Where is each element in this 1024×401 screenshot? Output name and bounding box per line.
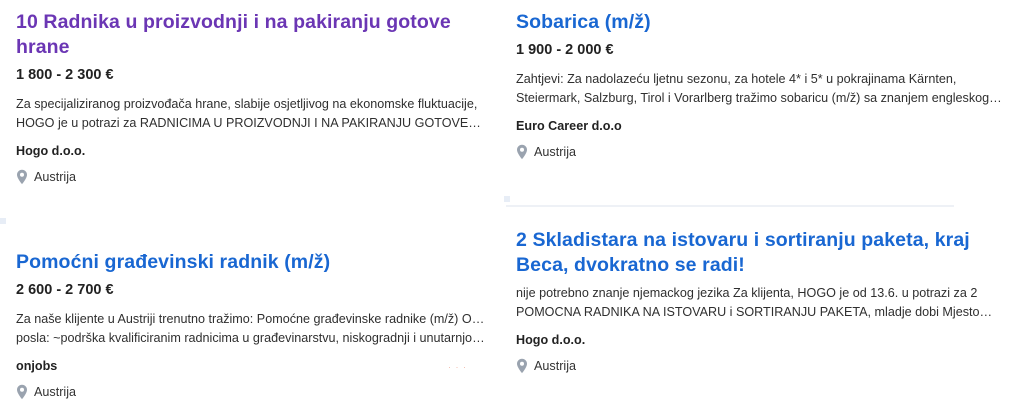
job-card-2[interactable]: Sobarica (m/ž) 1 900 - 2 000 € Zahtjevi:… (516, 10, 1006, 160)
decorative-mark (0, 218, 6, 224)
partner-logo-watermark: · · · (448, 362, 467, 372)
job-title-link[interactable]: Sobarica (m/ž) (516, 10, 1006, 35)
job-description: Za naše klijente u Austriji trenutno tra… (16, 310, 486, 348)
job-location: Austrija (16, 169, 486, 185)
location-label: Austrija (534, 145, 576, 159)
description-line: HOGO je u potrazi za RADNICIMA U PROIZVO… (16, 116, 481, 130)
job-description: Zahtjevi: Za nadolazeću ljetnu sezonu, z… (516, 70, 1006, 108)
description-line: posla: ~podrška kvalificiranim radnicima… (16, 331, 486, 345)
location-label: Austrija (34, 385, 76, 399)
job-description: Za specijaliziranog proizvođača hrane, s… (16, 95, 486, 133)
description-line: Za specijaliziranog proizvođača hrane, s… (16, 97, 478, 111)
company-name: onjobs (16, 359, 58, 373)
job-title-link[interactable]: 2 Skladistara na istovaru i sortiranju p… (516, 228, 1006, 278)
job-card-4[interactable]: 2 Skladistara na istovaru i sortiranju p… (516, 228, 1006, 374)
map-pin-icon (517, 358, 527, 374)
job-description: nije potrebno znanje njemackog jezika Za… (516, 284, 1006, 322)
map-pin-icon (517, 144, 527, 160)
map-pin-icon (17, 384, 27, 400)
salary-range: 2 600 - 2 700 € (16, 282, 114, 298)
description-line: nije potrebno znanje njemackog jezika Za… (516, 286, 978, 300)
salary-range: 1 800 - 2 300 € (16, 67, 114, 83)
salary-range: 1 900 - 2 000 € (516, 42, 614, 58)
job-location: Austrija (516, 358, 1006, 374)
decorative-mark (504, 196, 510, 202)
job-location: Austrija (516, 144, 1006, 160)
company-name: Hogo d.o.o. (16, 144, 86, 158)
location-label: Austrija (534, 359, 576, 373)
card-divider (506, 205, 954, 207)
job-card-3[interactable]: Pomoćni građevinski radnik (m/ž) 2 600 -… (16, 250, 486, 400)
job-location: Austrija (16, 384, 486, 400)
description-line: Za naše klijente u Austriji trenutno tra… (16, 312, 486, 326)
job-card-1[interactable]: 10 Radnika u proizvodnji i na pakiranju … (16, 10, 486, 185)
job-title-link[interactable]: Pomoćni građevinski radnik (m/ž) (16, 250, 486, 275)
job-title-link[interactable]: 10 Radnika u proizvodnji i na pakiranju … (16, 10, 486, 60)
location-label: Austrija (34, 170, 76, 184)
company-name: Hogo d.o.o. (516, 333, 586, 347)
company-name: Euro Career d.o.o (516, 119, 622, 133)
description-line: Zahtjevi: Za nadolazeću ljetnu sezonu, z… (516, 72, 957, 86)
description-line: POMOCNA RADNIKA NA ISTOVARU i SORTIRANJU… (516, 305, 993, 319)
map-pin-icon (17, 169, 27, 185)
description-line: Steiermark, Salzburg, Tirol i Vorarlberg… (516, 91, 1002, 105)
